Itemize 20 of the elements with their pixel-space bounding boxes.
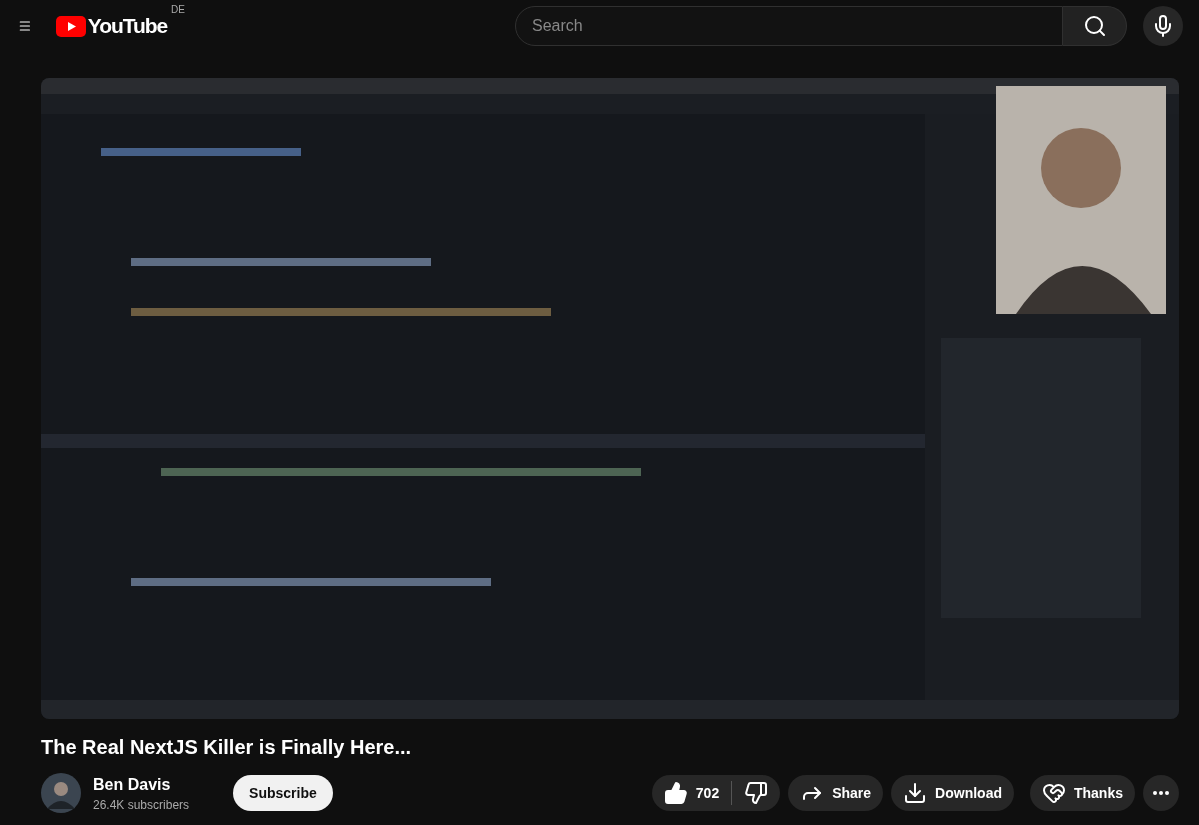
video-title: The Real NextJS Killer is Finally Here... bbox=[41, 735, 413, 760]
thanks-button[interactable]: Thanks bbox=[1030, 775, 1135, 811]
voice-search-button[interactable] bbox=[1143, 6, 1183, 46]
subscribe-button[interactable]: Subscribe bbox=[233, 775, 333, 811]
download-icon bbox=[903, 781, 928, 805]
search-icon bbox=[1082, 14, 1107, 38]
channel-name[interactable]: Ben Davis bbox=[93, 773, 190, 797]
more-icon bbox=[1153, 791, 1169, 795]
channel-avatar[interactable] bbox=[41, 773, 81, 813]
country-code: DE bbox=[171, 3, 185, 18]
more-button[interactable] bbox=[1143, 775, 1179, 811]
logo-text[interactable]: YouTube bbox=[87, 10, 168, 42]
search-button[interactable] bbox=[1063, 6, 1127, 46]
download-button[interactable]: Download bbox=[891, 775, 1014, 811]
play-logo-icon bbox=[55, 15, 86, 37]
thumbs-down-icon bbox=[744, 781, 769, 805]
search-field[interactable]: Search bbox=[515, 6, 1063, 46]
share-button[interactable]: Share bbox=[788, 775, 884, 811]
subscriber-count: 26.4K subscribers bbox=[93, 797, 190, 813]
thumbs-up-icon bbox=[663, 781, 688, 805]
